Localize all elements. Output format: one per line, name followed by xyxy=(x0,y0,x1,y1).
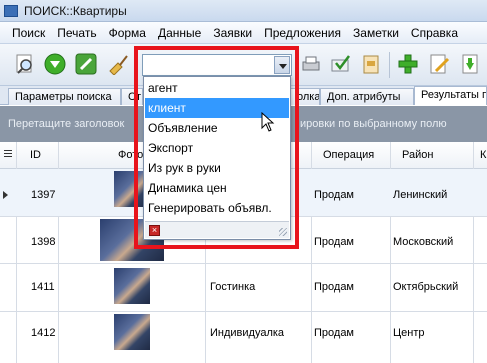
broom-icon[interactable] xyxy=(106,53,128,76)
menu-search[interactable]: Поиск xyxy=(12,26,45,40)
cell-id: 1397 xyxy=(31,189,56,201)
cell-operation: Продам xyxy=(314,189,354,201)
check-mail-icon[interactable] xyxy=(330,53,352,75)
cell-text: Индивидуалка xyxy=(210,327,285,339)
column-chooser-icon[interactable] xyxy=(4,150,12,159)
cell-text: Гостинка xyxy=(210,281,256,293)
document-icon[interactable] xyxy=(360,53,382,75)
cell-operation: Продам xyxy=(314,281,354,293)
column-header-district[interactable]: Район xyxy=(402,149,433,161)
cell-operation: Продам xyxy=(314,236,354,248)
current-row-indicator xyxy=(3,191,8,199)
down-arrow-icon[interactable] xyxy=(44,53,66,75)
cell-id: 1398 xyxy=(31,236,56,248)
menu-notes[interactable]: Заметки xyxy=(353,26,399,40)
cell-district: Московский xyxy=(393,236,454,248)
menu-data[interactable]: Данные xyxy=(158,26,201,40)
group-hint-right: ировки по выбранному полю xyxy=(300,118,447,130)
menu-requests[interactable]: Заявки xyxy=(213,26,252,40)
cell-district: Октябрьский xyxy=(393,281,459,293)
cell-id: 1411 xyxy=(31,281,55,293)
column-header-operation[interactable]: Операция xyxy=(323,149,374,161)
group-hint-left: Перетащите заголовок xyxy=(8,118,125,130)
cell-district: Центр xyxy=(393,327,425,339)
menu-offers[interactable]: Предложения xyxy=(264,26,341,40)
menu-form[interactable]: Форма xyxy=(109,26,146,40)
menu-bar: Поиск Печать Форма Данные Заявки Предлож… xyxy=(0,22,487,44)
add-icon[interactable] xyxy=(397,53,419,75)
title-bar: ПОИСК::Квартиры xyxy=(0,0,487,22)
window-title: ПОИСК::Квартиры xyxy=(24,3,127,18)
annotation-highlight-frame xyxy=(134,46,299,249)
tab-search-params[interactable]: Параметры поиска xyxy=(8,88,121,105)
table-row[interactable]: 1411 Гостинка Продам Октябрьский xyxy=(0,264,487,312)
tab-extra-attributes[interactable]: Доп. атрибуты xyxy=(320,88,414,105)
cell-district: Ленинский xyxy=(393,189,448,201)
download-icon[interactable] xyxy=(459,53,481,75)
edit-document-icon[interactable] xyxy=(428,53,450,75)
tab-results[interactable]: Результаты п xyxy=(414,86,487,105)
cell-operation: Продам xyxy=(314,327,354,339)
cell-id: 1412 xyxy=(31,327,56,339)
apartment-photo[interactable] xyxy=(114,314,150,350)
toolbar-separator xyxy=(389,52,390,78)
table-row[interactable]: 1412 Индивидуалка Продам Центр xyxy=(0,312,487,363)
app-icon xyxy=(4,4,18,17)
menu-help[interactable]: Справка xyxy=(411,26,458,40)
column-header-id[interactable]: ID xyxy=(30,149,41,161)
edit-icon[interactable] xyxy=(75,53,97,75)
menu-print[interactable]: Печать xyxy=(57,26,96,40)
mouse-pointer-icon xyxy=(261,112,275,132)
apartment-photo[interactable] xyxy=(114,268,150,304)
printer-icon[interactable] xyxy=(300,53,322,75)
search-icon[interactable] xyxy=(14,53,36,75)
column-header-k[interactable]: К xyxy=(480,149,486,161)
